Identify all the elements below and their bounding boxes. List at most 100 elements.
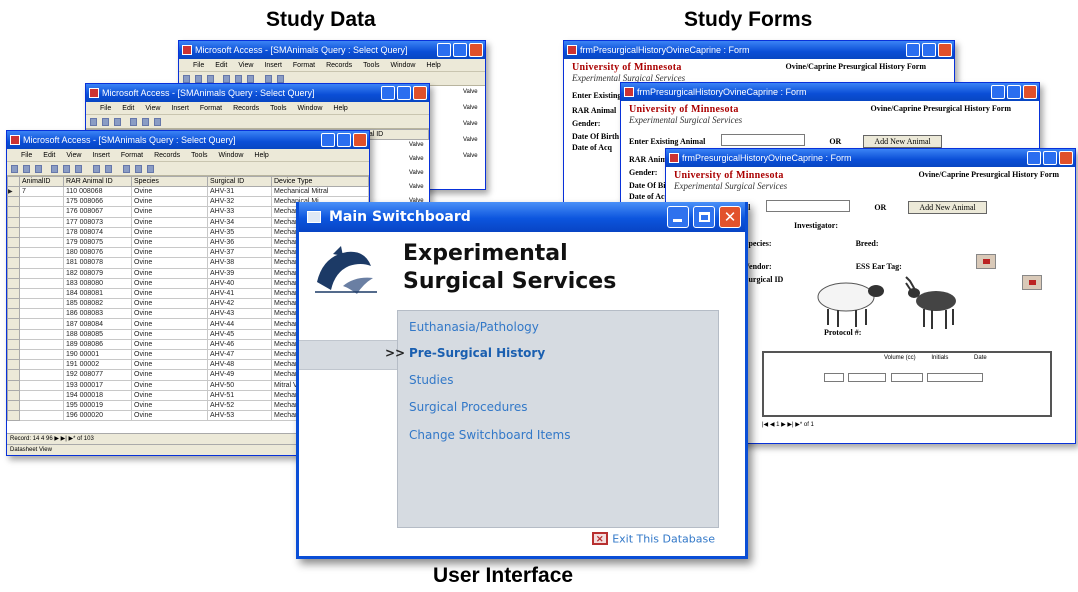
row-selector[interactable]	[7, 399, 20, 412]
menu-item-file[interactable]: File	[193, 62, 204, 69]
maximize-icon[interactable]	[693, 206, 715, 228]
table-cell[interactable]: 194 000018	[63, 389, 132, 401]
switchboard-window[interactable]: Main Switchboard ✕ Experimental Surgical…	[296, 202, 748, 559]
cut-icon[interactable]	[130, 118, 137, 126]
row-selector[interactable]	[7, 287, 20, 300]
table-cell[interactable]: AHV-44	[207, 318, 272, 330]
switchboard-item-change-items[interactable]: Change Switchboard Items	[409, 428, 570, 442]
paste-icon[interactable]	[75, 165, 82, 173]
row-selector[interactable]	[7, 298, 20, 310]
table-cell[interactable]: 7	[19, 185, 64, 198]
switchboard-item-surgical-procedures[interactable]: Surgical Procedures	[409, 400, 528, 414]
table-cell[interactable]: 186 008083	[63, 308, 132, 320]
table-cell[interactable]: 195 000019	[63, 399, 132, 412]
add-new-animal-button[interactable]: Add New Animal	[863, 135, 942, 148]
table-cell[interactable]	[19, 257, 64, 269]
menu-item-edit[interactable]: Edit	[122, 105, 134, 112]
table-cell[interactable]: Ovine	[131, 287, 208, 300]
table-cell[interactable]: 190 00001	[63, 348, 132, 361]
table-cell[interactable]: Ovine	[131, 277, 208, 289]
table-cell[interactable]: AHV-32	[207, 196, 272, 208]
form-record-navigator[interactable]: |◀ ◀ 1 ▶ ▶| ▶* of 1	[762, 421, 814, 428]
switchboard-titlebar[interactable]: Main Switchboard ✕	[299, 202, 745, 232]
table-cell[interactable]: AHV-48	[207, 359, 272, 371]
table-cell[interactable]: Ovine	[131, 226, 208, 238]
table-cell[interactable]: AHV-46	[207, 338, 272, 351]
menu-item-view[interactable]: View	[66, 152, 81, 159]
print-icon[interactable]	[35, 165, 42, 173]
table-cell[interactable]: 180 008076	[63, 247, 132, 259]
table-cell[interactable]: 182 008079	[63, 267, 132, 279]
column-header-device-type[interactable]: Device Type	[271, 176, 369, 187]
existing-animal-input[interactable]	[766, 200, 851, 213]
table-cell[interactable]: 175 008066	[63, 196, 132, 208]
table-cell[interactable]	[19, 196, 64, 208]
date-field[interactable]	[927, 373, 984, 383]
table-cell[interactable]	[19, 226, 64, 238]
close-icon[interactable]	[1023, 85, 1037, 99]
column-header-surgical-id[interactable]: Surgical ID	[207, 176, 272, 187]
minimize-icon[interactable]	[381, 86, 395, 100]
table-cell[interactable]: 110 008068	[63, 185, 132, 198]
maximize-icon[interactable]	[397, 86, 411, 100]
save-icon[interactable]	[23, 165, 30, 173]
menu-item-help[interactable]: Help	[254, 152, 268, 159]
copy-icon[interactable]	[235, 75, 242, 83]
table-cell[interactable]: AHV-52	[207, 399, 272, 412]
new-record-icon[interactable]	[135, 165, 142, 173]
table-cell[interactable]	[19, 369, 64, 381]
row-selector[interactable]	[7, 318, 20, 330]
access-mid-titlebar[interactable]: Microsoft Access - [SMAnimals Query : Se…	[86, 84, 429, 102]
table-cell[interactable]	[19, 318, 64, 330]
table-cell[interactable]: AHV-53	[207, 410, 272, 422]
table-cell[interactable]	[19, 216, 64, 228]
row-selector[interactable]	[7, 338, 20, 351]
table-cell[interactable]: Ovine	[131, 298, 208, 310]
row-selector[interactable]	[7, 369, 20, 381]
find-icon[interactable]	[123, 165, 130, 173]
close-icon[interactable]: ✕	[719, 206, 741, 228]
table-cell[interactable]	[19, 389, 64, 401]
row-selector[interactable]	[7, 267, 20, 279]
filter-icon[interactable]	[105, 165, 112, 173]
close-icon[interactable]	[353, 133, 367, 147]
dropdown-field[interactable]	[824, 373, 844, 383]
row-selector[interactable]	[7, 410, 20, 422]
form-action-icon[interactable]	[1022, 275, 1042, 290]
table-cell[interactable]: Ovine	[131, 369, 208, 381]
menu-item-tools[interactable]: Tools	[363, 62, 379, 69]
switchboard-item-pre-surgical-history[interactable]: Pre-Surgical History	[409, 346, 545, 360]
table-cell[interactable]: AHV-51	[207, 389, 272, 401]
table-cell[interactable]: Ovine	[131, 410, 208, 422]
table-cell[interactable]: 189 008086	[63, 338, 132, 351]
row-selector[interactable]	[7, 236, 20, 249]
table-cell[interactable]: Ovine	[131, 257, 208, 269]
row-selector[interactable]	[7, 328, 20, 340]
row-selector[interactable]	[7, 359, 20, 371]
row-selector[interactable]	[7, 206, 20, 218]
maximize-icon[interactable]	[922, 43, 936, 57]
table-cell[interactable]: AHV-41	[207, 287, 272, 300]
view-icon[interactable]	[11, 165, 18, 173]
sort-icon[interactable]	[93, 165, 100, 173]
table-cell[interactable]	[19, 267, 64, 279]
row-selector[interactable]	[7, 247, 20, 259]
form-back-titlebar[interactable]: frmPresurgicalHistoryOvineCaprine : Form	[564, 41, 954, 59]
view-icon[interactable]	[90, 118, 97, 126]
table-cell[interactable]: Ovine	[131, 348, 208, 361]
table-cell[interactable]: Ovine	[131, 247, 208, 259]
copy-icon[interactable]	[142, 118, 149, 126]
table-cell[interactable]: 179 008075	[63, 236, 132, 249]
menu-item-records[interactable]: Records	[154, 152, 180, 159]
menu-item-window[interactable]: Window	[391, 62, 416, 69]
copy-icon[interactable]	[63, 165, 70, 173]
table-cell[interactable]: AHV-45	[207, 328, 272, 340]
maximize-icon[interactable]	[1007, 85, 1021, 99]
menu-item-window[interactable]: Window	[298, 105, 323, 112]
table-cell[interactable]: AHV-47	[207, 348, 272, 361]
form-mid-titlebar[interactable]: frmPresurgicalHistoryOvineCaprine : Form	[621, 83, 1039, 101]
delete-record-icon[interactable]	[147, 165, 154, 173]
table-cell[interactable]: AHV-49	[207, 369, 272, 381]
table-cell[interactable]: Ovine	[131, 359, 208, 371]
minimize-icon[interactable]	[321, 133, 335, 147]
